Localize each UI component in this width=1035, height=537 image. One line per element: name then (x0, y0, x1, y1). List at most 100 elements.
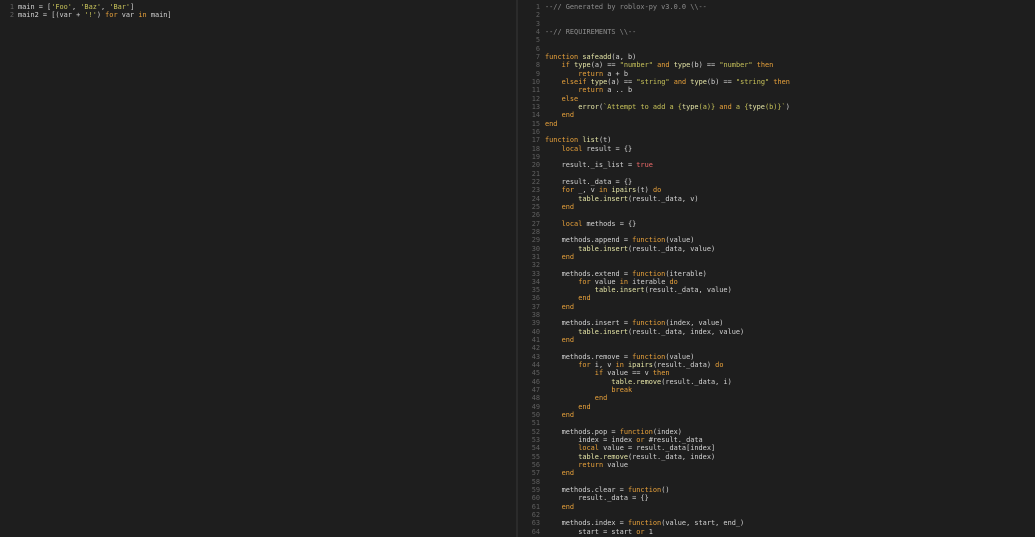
code-line[interactable]: 64 start = start or 1 (518, 528, 1035, 536)
code-line[interactable]: 15 end (518, 120, 1035, 128)
code-line[interactable]: 44 for i, v in ipairs(result._data) do (518, 361, 1035, 369)
python-editor[interactable]: 1 main = ['Foo', 'Baz', 'Bar'] 2 main2 = [(… (0, 0, 516, 537)
code-token: result = {} (582, 144, 633, 153)
code-line[interactable]: 28 (518, 228, 1035, 236)
code-token: result._is_list = (545, 161, 637, 170)
code-line[interactable]: 39 methods.insert = function(index, valu… (518, 319, 1035, 327)
line-number: 38 (531, 311, 540, 320)
code-line[interactable]: 20 result._is_list = true (518, 161, 1035, 169)
code-line[interactable]: 42 (518, 344, 1035, 352)
code-line[interactable]: 11 return a .. b (518, 86, 1035, 94)
code-line[interactable]: 2 (518, 11, 1035, 19)
code-line[interactable]: 37 end (518, 303, 1035, 311)
code-line[interactable]: 19 (518, 153, 1035, 161)
code-line[interactable]: 31 end (518, 253, 1035, 261)
code-line[interactable]: 40 table.insert(result._data, index, val… (518, 328, 1035, 336)
code-line[interactable]: 34 for value in iterable do (518, 278, 1035, 286)
code-line[interactable]: 52 methods.pop = function(index) (518, 428, 1035, 436)
code-line[interactable]: 30 table.insert(result._data, value) (518, 245, 1035, 253)
code-line[interactable]: 23 for _, v in ipairs(t) do (518, 186, 1035, 194)
code-line[interactable]: 10 elseif type(a) == "string" and type(b… (518, 78, 1035, 86)
code-line[interactable]: 32 (518, 261, 1035, 269)
code-line[interactable]: 58 (518, 478, 1035, 486)
code-line[interactable]: 45 if value == v then (518, 369, 1035, 377)
code-line[interactable]: 5 (518, 36, 1035, 44)
line-number: 21 (531, 169, 540, 178)
code-token: end (561, 502, 575, 511)
code-token: methods.clear = (545, 486, 628, 495)
code-line[interactable]: 17 function list(t) (518, 136, 1035, 144)
code-line[interactable]: 49 end (518, 403, 1035, 411)
code-line[interactable]: 9 return a + b (518, 70, 1035, 78)
code-line[interactable]: 63 methods.index = function(value, start… (518, 519, 1035, 527)
code-line[interactable]: 61 end (518, 503, 1035, 511)
code-line[interactable]: 21 (518, 170, 1035, 178)
code-token: function (619, 427, 653, 436)
code-line[interactable]: 59 methods.clear = function() (518, 486, 1035, 494)
code-token: table.insert (578, 327, 628, 336)
code-line[interactable]: 6 (518, 45, 1035, 53)
code-line[interactable]: 57 end (518, 469, 1035, 477)
code-line[interactable]: 13 error(`Attempt to add a {type(a)} and… (518, 103, 1035, 111)
code-line[interactable]: 60 result._data = {} (518, 494, 1035, 502)
code-line[interactable]: 62 (518, 511, 1035, 519)
code-token: value = result._data[index] (598, 444, 716, 453)
code-token: table.remove (578, 452, 628, 461)
code-line[interactable]: 22 result._data = {} (518, 178, 1035, 186)
code-line[interactable]: 46 table.remove(result._data, i) (518, 378, 1035, 386)
line-code: end (545, 394, 607, 402)
code-token: ] (130, 3, 135, 11)
code-line[interactable]: 12 else (518, 95, 1035, 103)
code-line[interactable]: 16 (518, 128, 1035, 136)
code-line[interactable]: 51 (518, 419, 1035, 427)
code-token: local (561, 219, 583, 228)
line-number: 5 (535, 36, 540, 45)
code-line[interactable]: 4 --// REQUIREMENTS \\-- (518, 28, 1035, 36)
code-line[interactable]: 54 local value = result._data[index] (518, 444, 1035, 452)
line-number: 61 (531, 502, 540, 511)
code-line[interactable]: 38 (518, 311, 1035, 319)
code-token: function (545, 52, 579, 61)
code-line[interactable]: 2 main2 = [(var + '!') for var in main] (0, 11, 516, 19)
code-token: end (561, 202, 575, 211)
line-code: methods.extend = function(iterable) (545, 270, 707, 278)
code-line[interactable]: 48 end (518, 394, 1035, 402)
code-line[interactable]: 26 (518, 211, 1035, 219)
code-line[interactable]: 7 function safeadd(a, b) (518, 53, 1035, 61)
line-number: 42 (531, 344, 540, 353)
code-line[interactable]: 35 table.insert(result._data, value) (518, 286, 1035, 294)
code-line[interactable]: 1 --// Generated by roblox-py v3.0.0 \\-- (518, 3, 1035, 11)
code-line[interactable]: 25 end (518, 203, 1035, 211)
code-line[interactable]: 29 methods.append = function(value) (518, 236, 1035, 244)
code-token: end (594, 394, 608, 403)
code-token: "string" (636, 77, 670, 86)
lua-output-editor[interactable]: 1 --// Generated by roblox-py v3.0.0 \\--… (518, 0, 1035, 537)
code-line[interactable]: 56 return value (518, 461, 1035, 469)
code-line[interactable]: 8 if type(a) == "number" and type(b) == … (518, 61, 1035, 69)
code-token: (result._data, index) (628, 452, 716, 461)
line-number: 46 (531, 377, 540, 386)
code-line[interactable]: 36 end (518, 294, 1035, 302)
code-line[interactable]: 47 break (518, 386, 1035, 394)
code-line[interactable]: 43 methods.remove = function(value) (518, 353, 1035, 361)
line-code: for i, v in ipairs(result._data) do (545, 361, 723, 369)
code-line[interactable]: 33 methods.extend = function(iterable) (518, 270, 1035, 278)
code-line[interactable]: 27 local methods = {} (518, 220, 1035, 228)
code-line[interactable]: 53 index = index or #result._data (518, 436, 1035, 444)
code-line[interactable]: 24 table.insert(result._data, v) (518, 195, 1035, 203)
code-line[interactable]: 14 end (518, 111, 1035, 119)
code-line[interactable]: 18 local result = {} (518, 145, 1035, 153)
code-line[interactable]: 55 table.remove(result._data, index) (518, 453, 1035, 461)
code-line[interactable]: 50 end (518, 411, 1035, 419)
code-line[interactable]: 41 end (518, 336, 1035, 344)
code-token: '!' (84, 11, 97, 20)
code-token: (result._data, index, value) (628, 327, 745, 336)
code-line[interactable]: 3 (518, 20, 1035, 28)
code-line[interactable]: 1 main = ['Foo', 'Baz', 'Bar'] (0, 3, 516, 11)
line-code: table.insert(result._data, value) (545, 245, 715, 253)
code-token: for (578, 361, 591, 370)
